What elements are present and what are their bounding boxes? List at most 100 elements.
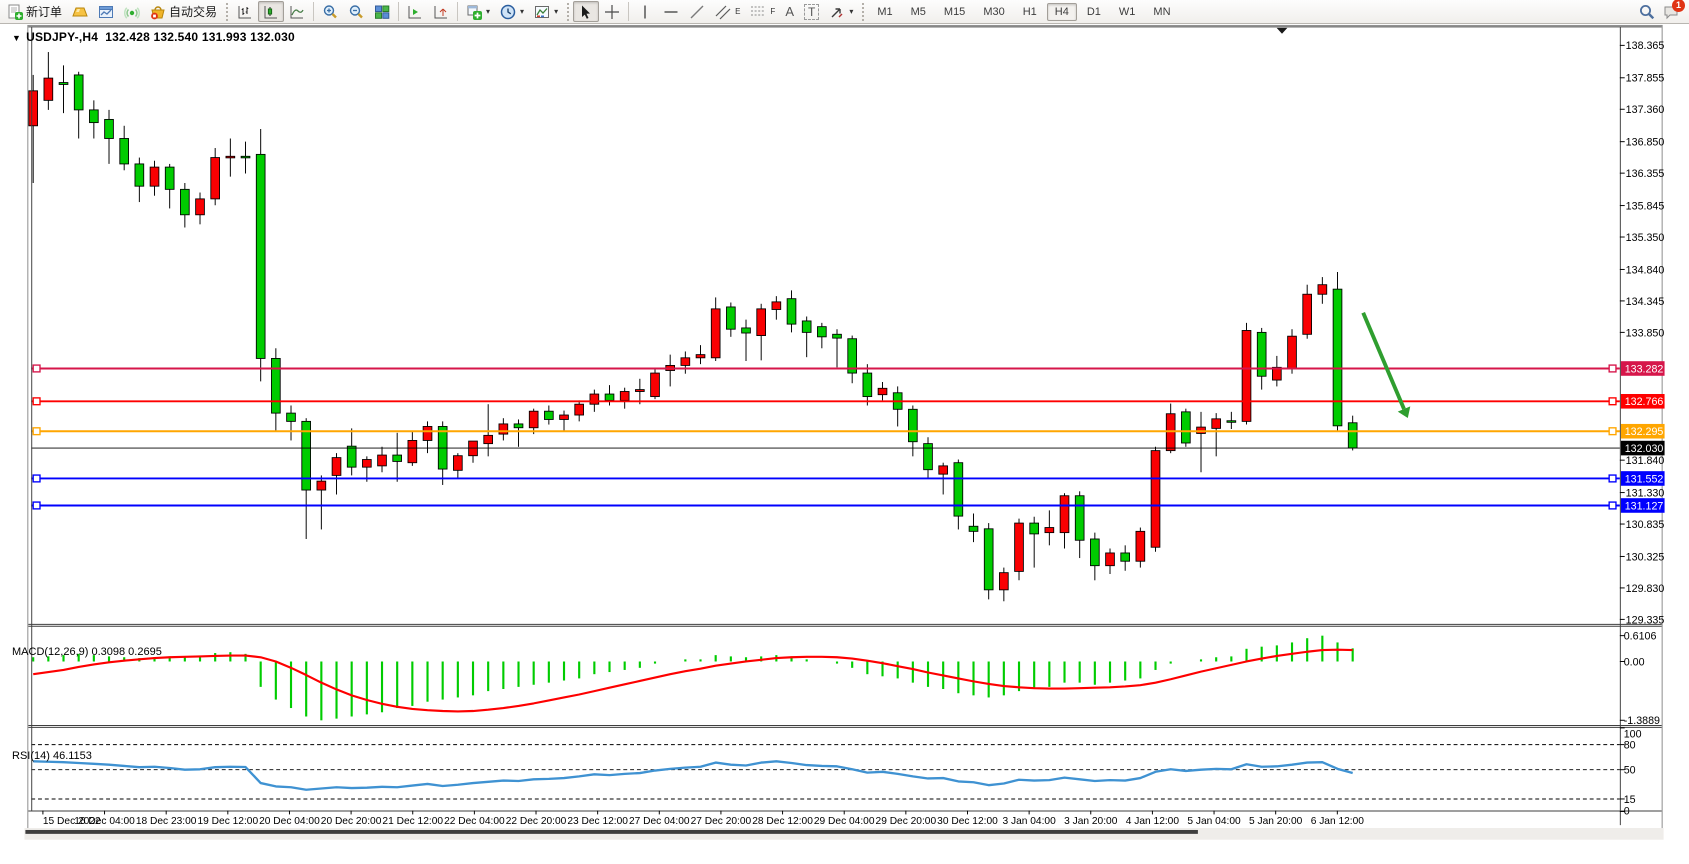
tf-button-M5[interactable]: M5 — [903, 3, 934, 21]
horizontal-line-icon — [663, 4, 679, 20]
autotrading-button[interactable]: 自动交易 — [145, 1, 222, 22]
svg-text:132.030: 132.030 — [1625, 443, 1664, 455]
vertical-line-tool-button[interactable] — [632, 1, 658, 22]
svg-text:22 Dec 20:00: 22 Dec 20:00 — [506, 816, 567, 827]
equidistant-channel-icon — [715, 4, 731, 20]
svg-text:133.850: 133.850 — [1626, 327, 1665, 339]
chart-drawing-surface[interactable]: 133.282132.766132.295132.030131.552131.1… — [0, 24, 1689, 864]
svg-text:131.840: 131.840 — [1626, 455, 1665, 467]
signals-button[interactable] — [119, 1, 145, 22]
toolbar-separator — [628, 2, 629, 21]
tf-button-H4[interactable]: H4 — [1047, 3, 1077, 21]
line-chart-icon — [289, 4, 305, 20]
notifications-button[interactable]: 1 — [1663, 4, 1679, 20]
svg-text:28 Dec 12:00: 28 Dec 12:00 — [752, 816, 813, 827]
crosshair-icon — [604, 4, 620, 20]
toolbar-grip — [862, 3, 864, 21]
horizontal-line-tool-button[interactable] — [658, 1, 684, 22]
chart-collapse-icon[interactable]: ▼ — [12, 33, 21, 43]
svg-text:50: 50 — [1624, 765, 1636, 777]
svg-text:136.850: 136.850 — [1626, 137, 1665, 149]
charts-window-button[interactable] — [93, 1, 119, 22]
svg-text:20 Dec 20:00: 20 Dec 20:00 — [321, 816, 382, 827]
svg-text:0.00: 0.00 — [1624, 656, 1645, 668]
caret-down-icon: ▾ — [554, 7, 558, 16]
text-tool-button[interactable]: A — [780, 1, 799, 22]
channel-tool-button[interactable]: E — [710, 1, 745, 22]
arrow-shapes-icon — [829, 4, 845, 20]
crosshair-tool-button[interactable] — [599, 1, 625, 22]
caret-down-icon: ▾ — [520, 7, 524, 16]
tf-button-H1[interactable]: H1 — [1015, 3, 1045, 21]
timeframe-toolbar: M1M5M15M30H1H4D1W1MN — [868, 3, 1179, 21]
tf-button-MN[interactable]: MN — [1145, 3, 1178, 21]
toolbar-grip — [226, 3, 228, 21]
autotrading-label: 自动交易 — [169, 3, 217, 20]
tile-windows-button[interactable] — [369, 1, 395, 22]
tf-button-M1[interactable]: M1 — [869, 3, 900, 21]
svg-text:80: 80 — [1624, 740, 1636, 752]
new-order-button[interactable]: 新订单 — [2, 1, 67, 22]
chart-ohlc-readout: 132.428 132.540 131.993 132.030 — [105, 30, 295, 44]
tf-button-W1[interactable]: W1 — [1111, 3, 1144, 21]
templates-button[interactable]: ▾ — [529, 1, 563, 22]
cursor-icon — [578, 4, 594, 20]
chart-title: ▼ USDJPY-,H4 132.428 132.540 131.993 132.… — [12, 30, 295, 44]
svg-text:5 Jan 04:00: 5 Jan 04:00 — [1187, 816, 1241, 827]
channel-tool-label: E — [735, 7, 740, 16]
svg-text:0: 0 — [1624, 805, 1630, 817]
chart-canvas[interactable]: 133.282132.766132.295132.030131.552131.1… — [0, 24, 1689, 864]
svg-text:131.330: 131.330 — [1626, 487, 1665, 499]
template-icon — [534, 4, 550, 20]
text-label-tool-button[interactable]: T — [799, 1, 824, 22]
svg-text:130.835: 130.835 — [1626, 519, 1665, 531]
svg-text:134.840: 134.840 — [1626, 264, 1665, 276]
auto-scroll-button[interactable] — [402, 1, 428, 22]
zoom-in-icon — [322, 4, 338, 20]
chart-shift-icon — [433, 4, 449, 20]
main-toolbar: 新订单 自动交易 — [0, 0, 1689, 24]
line-chart-mode-button[interactable] — [284, 1, 310, 22]
caret-down-icon: ▾ — [486, 7, 490, 16]
auto-scroll-icon — [407, 4, 423, 20]
svg-text:18 Dec 23:00: 18 Dec 23:00 — [136, 816, 197, 827]
zoom-out-button[interactable] — [343, 1, 369, 22]
new-order-label: 新订单 — [26, 3, 62, 20]
search-icon[interactable] — [1639, 4, 1655, 20]
new-chart-button[interactable]: ▾ — [461, 1, 495, 22]
tf-button-M30[interactable]: M30 — [975, 3, 1012, 21]
chart-shift-button[interactable] — [428, 1, 454, 22]
trendline-icon — [689, 4, 705, 20]
toolbar-separator — [313, 2, 314, 21]
trendline-tool-button[interactable] — [684, 1, 710, 22]
zoom-in-button[interactable] — [317, 1, 343, 22]
svg-text:16 Dec 04:00: 16 Dec 04:00 — [74, 816, 135, 827]
svg-text:131.552: 131.552 — [1625, 473, 1664, 485]
svg-text:132.295: 132.295 — [1625, 426, 1664, 438]
svg-text:-1.3889: -1.3889 — [1624, 715, 1660, 727]
svg-text:129.830: 129.830 — [1626, 583, 1665, 595]
cursor-tool-button[interactable] — [573, 1, 599, 22]
arrows-tool-button[interactable]: ▾ — [824, 1, 858, 22]
tf-button-D1[interactable]: D1 — [1079, 3, 1109, 21]
svg-text:6 Jan 12:00: 6 Jan 12:00 — [1311, 816, 1365, 827]
periods-button[interactable]: ▾ — [495, 1, 529, 22]
chart-window-icon — [98, 4, 114, 20]
fibonacci-icon — [750, 4, 766, 20]
candlestick-mode-button[interactable] — [258, 1, 284, 22]
vertical-line-icon — [637, 4, 653, 20]
svg-text:137.360: 137.360 — [1626, 104, 1665, 116]
fibonacci-tool-button[interactable]: F — [745, 1, 780, 22]
tf-button-M15[interactable]: M15 — [936, 3, 973, 21]
svg-text:30 Dec 12:00: 30 Dec 12:00 — [937, 816, 998, 827]
rsi-indicator-label: RSI(14) 46.1153 — [12, 750, 92, 762]
bar-chart-mode-button[interactable] — [232, 1, 258, 22]
svg-text:3 Jan 04:00: 3 Jan 04:00 — [1003, 816, 1057, 827]
text-tool-icon: A — [785, 4, 794, 19]
horizontal-scrollbar-thumb[interactable] — [25, 830, 1198, 834]
toolbar-grip — [567, 3, 569, 21]
text-label-tool-icon: T — [804, 4, 819, 20]
new-chart-icon — [466, 4, 482, 20]
chart-symbol-period: USDJPY-,H4 — [26, 30, 98, 44]
deposit-button[interactable] — [67, 1, 93, 22]
